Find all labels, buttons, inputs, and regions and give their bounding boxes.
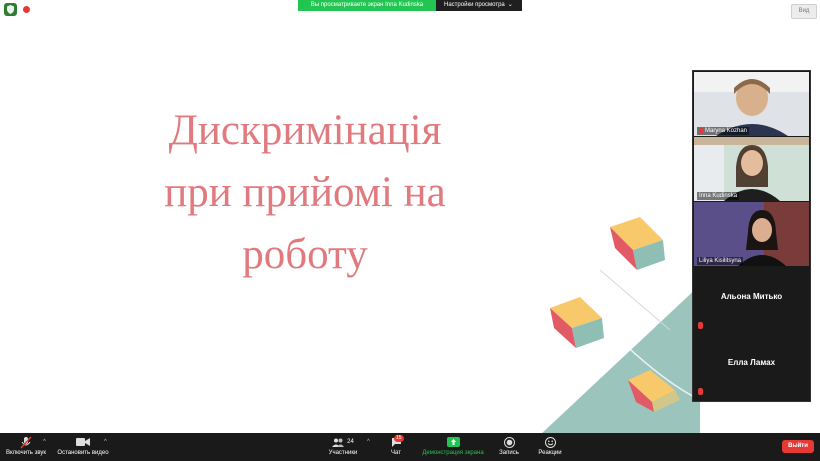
participant-gallery: Maryna Kozhan Inna Kudinska Liliya Kisil… (692, 70, 811, 402)
recording-indicator-icon (23, 6, 30, 13)
reactions-label: Реакции (538, 450, 562, 456)
muted-mic-icon (698, 388, 703, 395)
stop-video-button[interactable]: Остановить видео (56, 435, 110, 456)
record-icon (496, 435, 522, 449)
stop-video-label: Остановить видео (57, 450, 109, 456)
slide-title: Дискримінація при прийомі на роботу (115, 100, 495, 286)
cube-graphic (610, 217, 665, 270)
chat-badge: 15 (394, 435, 404, 442)
muted-mic-icon (699, 128, 703, 134)
unmute-button[interactable]: Включить звук (5, 435, 47, 456)
top-bar: Вы просматриваете экран Inna Kudinska На… (0, 0, 820, 20)
view-settings-button[interactable]: Настройки просмотра ⌄ (436, 0, 522, 11)
record-label: Запись (499, 450, 519, 456)
participant-name-tag: Maryna Kozhan (697, 127, 750, 135)
smiley-icon (536, 435, 564, 449)
muted-mic-icon (698, 322, 703, 329)
audio-options-chevron-icon[interactable]: ^ (43, 439, 46, 445)
view-button[interactable]: Вид (791, 4, 817, 19)
chevron-down-icon: ⌄ (507, 2, 513, 8)
muted-microphone-icon (5, 435, 47, 449)
participant-video-tile[interactable]: Maryna Kozhan (694, 72, 809, 136)
cube-graphic (550, 297, 604, 348)
chat-button[interactable]: 15 Чат (386, 435, 406, 456)
participant-video-tile[interactable]: Inna Kudinska (694, 137, 809, 201)
chat-bubble-icon: 15 (386, 435, 406, 449)
slide-title-line: Дискримінація (168, 107, 442, 154)
participants-icon (332, 438, 345, 447)
participants-options-chevron-icon[interactable]: ^ (367, 439, 370, 445)
slide-title-line: при прийомі на (164, 169, 446, 216)
share-notice: Вы просматриваете экран Inna Kudinska (298, 0, 436, 11)
view-settings-label: Настройки просмотра (444, 2, 505, 8)
video-camera-icon (56, 435, 110, 449)
share-banner: Вы просматриваете экран Inna Kudinska На… (298, 0, 522, 11)
participant-name: Альона Митько (720, 292, 783, 301)
leave-meeting-button[interactable]: Выйти (782, 440, 814, 453)
participant-name-tag: Inna Kudinska (697, 192, 740, 200)
participants-button[interactable]: 24 Участники (327, 435, 359, 456)
record-button[interactable]: Запись (496, 435, 522, 456)
share-screen-label: Демонстрация экрана (422, 450, 484, 456)
slide-title-line: роботу (242, 231, 368, 278)
chat-label: Чат (391, 450, 401, 456)
participant-name-tile[interactable]: Альона Митько (694, 268, 809, 332)
participant-name: Елла Ламах (727, 358, 776, 367)
video-options-chevron-icon[interactable]: ^ (104, 439, 107, 445)
participant-name-tag: Liliya Kisilitsyna (697, 257, 744, 265)
slide-decoration-graphic (540, 217, 700, 435)
reactions-button[interactable]: Реакции (536, 435, 564, 456)
unmute-label: Включить звук (5, 450, 46, 456)
meeting-toolbar: Включить звук ^ Остановить видео ^ 24 Уч… (0, 433, 820, 461)
security-shield-icon[interactable] (4, 3, 17, 16)
share-screen-button[interactable]: Демонстрация экрана (421, 435, 485, 456)
participant-video-tile[interactable]: Liliya Kisilitsyna (694, 202, 809, 266)
participants-label: Участники (328, 450, 358, 456)
participant-name-tile[interactable]: Елла Ламах (694, 334, 809, 398)
share-screen-icon (421, 435, 485, 449)
participants-count: 24 (347, 439, 354, 445)
